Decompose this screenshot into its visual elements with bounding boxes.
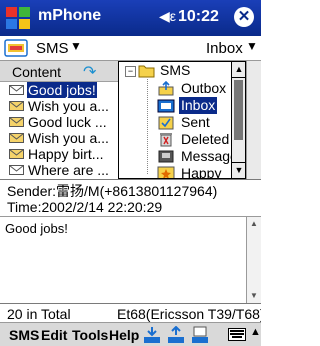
scroll-down-icon[interactable]: ▼ (247, 289, 261, 303)
tree-item-inbox[interactable]: Inbox (157, 97, 231, 114)
folder-tree-popup: − SMS Outbox Inbox Sent Deleted Messages… (118, 61, 246, 179)
menu-bar: SMS Edit Tools Help ▲ (0, 322, 261, 346)
list-item[interactable]: Happy birt... (0, 146, 118, 162)
mphone-window: mPhone ◀ε 10:22 ✕ SMS ▼ Inbox ▼ Content … (0, 0, 261, 346)
outbox-icon (158, 81, 174, 96)
envelope-icon (9, 149, 24, 159)
tree-item-label: Outbox (181, 80, 227, 96)
tree-scrollbar[interactable]: ▲ ▼ (231, 62, 245, 178)
windows-flag-icon[interactable] (4, 5, 32, 31)
close-button[interactable]: ✕ (234, 7, 254, 27)
envelope-icon (9, 117, 24, 127)
list-scrollbar[interactable] (246, 61, 261, 179)
list-item[interactable]: Wish you a... (0, 98, 118, 114)
message-preview: Happy birt... (28, 146, 104, 162)
collapse-icon[interactable]: − (125, 66, 136, 77)
tree-item-deleted[interactable]: Deleted (157, 131, 231, 148)
messages-icon (158, 150, 174, 163)
inbox-icon (157, 99, 175, 113)
tree-item-label: Happy (181, 165, 222, 179)
tree-root-sms[interactable]: − SMS (121, 62, 229, 79)
app-title: mPhone (38, 7, 102, 24)
message-preview: Wish you a... (28, 130, 109, 146)
open-envelope-icon (9, 165, 24, 175)
message-count: 20 in Total (7, 306, 71, 322)
chevron-down-icon[interactable]: ▼ (246, 39, 258, 53)
envelope-icon (9, 101, 24, 111)
list-item[interactable]: Where are ... (0, 162, 118, 178)
speaker-icon[interactable]: ◀ε (159, 8, 176, 25)
status-bar: 20 in Total Et68(Ericsson T39/T68) (0, 303, 261, 323)
content-column-header[interactable]: Content ↷ (0, 61, 119, 82)
message-list: Good jobs! Wish you a... Good luck ... W… (0, 82, 118, 178)
sms-upload-icon[interactable] (166, 326, 186, 344)
sms-app-icon[interactable] (4, 39, 28, 57)
tree-item-label: Deleted (181, 131, 230, 147)
message-body-text: Good jobs! (5, 221, 68, 236)
scroll-up-icon[interactable]: ▲ (247, 217, 261, 231)
scroll-up-icon[interactable]: ▲ (232, 62, 245, 78)
sort-icon[interactable]: ↷ (83, 62, 96, 82)
clock-time[interactable]: 10:22 (178, 8, 219, 26)
envelope-icon (9, 133, 24, 143)
tree-item-label: Sent (181, 114, 210, 130)
tree-item-messages[interactable]: Messages (157, 148, 245, 165)
tree-item-sent[interactable]: Sent (157, 114, 231, 131)
list-item[interactable]: Wish you a... (0, 130, 118, 146)
tree-guide (147, 79, 148, 174)
folder-dropdown[interactable]: Inbox (206, 40, 243, 57)
message-preview: Wish you a... (28, 98, 109, 114)
message-preview: Good luck ... (28, 114, 107, 130)
sent-icon (158, 116, 174, 130)
tree-item-happy[interactable]: Happy (157, 165, 231, 179)
chevron-down-icon[interactable]: ▼ (70, 39, 82, 53)
toolbar: SMS ▼ Inbox ▼ (0, 36, 261, 61)
tree-root-label: SMS (160, 62, 191, 78)
sender-line: Sender:雷扬/M(+8613801127964) (7, 183, 218, 199)
sms-new-icon[interactable] (190, 326, 210, 344)
menu-tools[interactable]: Tools (72, 327, 108, 343)
menu-edit[interactable]: Edit (41, 327, 67, 343)
folder-open-icon (138, 65, 155, 78)
scroll-thumb[interactable] (234, 80, 243, 140)
message-preview: Good jobs! (27, 82, 97, 98)
sms-dropdown[interactable]: SMS (36, 40, 69, 57)
time-line: Time:2002/2/14 22:20:29 (7, 199, 163, 215)
menu-help[interactable]: Help (109, 327, 139, 343)
happy-icon (157, 166, 175, 178)
open-envelope-icon (9, 85, 24, 95)
body-scrollbar[interactable]: ▲ ▼ (246, 217, 261, 303)
column-header-label: Content (12, 64, 62, 80)
tree-item-outbox[interactable]: Outbox (157, 80, 231, 97)
message-preview: Where are ... (28, 162, 109, 178)
title-bar: mPhone ◀ε 10:22 ✕ (0, 0, 261, 36)
message-body-area[interactable]: Good jobs! ▲ ▼ (0, 217, 261, 303)
list-item[interactable]: Good luck ... (0, 114, 118, 130)
chevron-up-icon[interactable]: ▲ (250, 326, 261, 338)
tree-item-label: Inbox (179, 97, 218, 114)
phone-model: Et68(Ericsson T39/T68) (117, 306, 261, 322)
scroll-down-icon[interactable]: ▼ (232, 162, 245, 178)
keyboard-icon[interactable] (228, 328, 246, 341)
menu-sms[interactable]: SMS (9, 327, 39, 343)
sms-download-icon[interactable] (142, 326, 162, 344)
deleted-icon (160, 133, 172, 147)
list-item[interactable]: Good jobs! (0, 82, 118, 98)
